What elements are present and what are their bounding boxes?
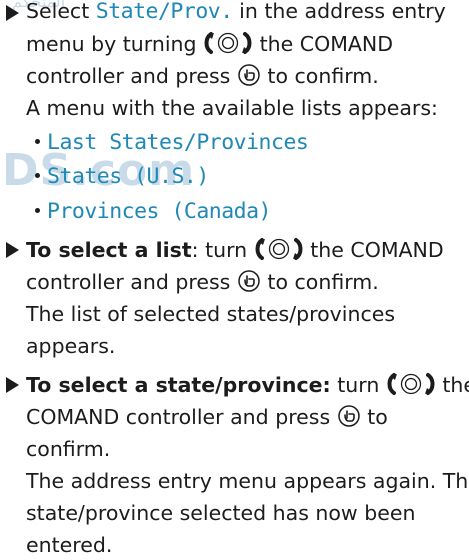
step3-line3: confirm. (26, 437, 111, 461)
step1-line2-text: menu by turning (26, 32, 197, 56)
rotary-turn-icon (254, 237, 304, 261)
step3-rest-b: the (442, 373, 469, 397)
step2-heading: To select a list (26, 238, 192, 262)
step3-line2-text: COMAND controller and press (26, 405, 331, 429)
step1-post: in the address entry (232, 0, 446, 23)
list-item: Provinces (Canada) (35, 196, 272, 227)
step3-line6: entered. (26, 533, 113, 557)
step2-line2-text: controller and press (26, 270, 231, 294)
step-arrow-icon (6, 5, 19, 21)
list-item: States (U.S.) (35, 161, 209, 192)
state-prov-term: State/Prov. (95, 0, 233, 24)
press-controller-icon (237, 63, 261, 87)
step1-pre: Select (26, 0, 96, 23)
step2-rest-b: the COMAND (310, 238, 444, 262)
step1-line3-text: controller and press (26, 64, 231, 88)
list-item-label: Last States/Provinces (47, 130, 309, 155)
step2-line4: appears. (26, 334, 116, 358)
step1-line3: controller and press to confirm. (26, 61, 379, 91)
rotary-turn-icon (386, 372, 436, 396)
step1-line2-text-b: the COMAND (259, 32, 394, 56)
step2-line2: controller and press to confirm. (26, 267, 379, 297)
step1-line3-text-b: to confirm. (267, 64, 379, 88)
bullet (35, 207, 40, 213)
step1-line1: Select State/Prov. in the address entry (26, 0, 446, 27)
list-item-label: States (U.S.) (47, 164, 209, 189)
press-controller-icon (337, 404, 361, 428)
manual-page: المتحكم DS.com Select State/Prov. in the… (0, 0, 469, 557)
rotary-turn-icon (203, 31, 253, 55)
bullet (35, 138, 40, 144)
press-controller-icon (237, 269, 261, 293)
step3-line4: The address entry menu appears again. Th… (26, 469, 469, 493)
step1-line4: A menu with the available lists appears: (26, 96, 438, 120)
bullet (35, 172, 40, 178)
step-arrow-icon (6, 242, 19, 258)
step3-heading: To select a state/province: (26, 373, 331, 397)
step-arrow-icon (6, 377, 19, 393)
step2-line3: The list of selected states/provinces (26, 302, 396, 326)
step3-line5: state/province selected has now been (26, 501, 416, 525)
step2-line2-text-b: to confirm. (267, 270, 379, 294)
list-item: Last States/Provinces (35, 127, 309, 158)
step3-line1: To select a state/province: turn the (26, 370, 469, 400)
step2-line1: To select a list: turn the COMAND (26, 235, 444, 265)
step2-rest: : turn (191, 238, 248, 262)
list-item-label: Provinces (Canada) (47, 199, 272, 224)
step3-line2-text-b: to (367, 405, 388, 429)
step3-line2: COMAND controller and press to (26, 402, 388, 432)
step3-rest: turn (330, 373, 380, 397)
step1-line2: menu by turning the COMAND (26, 29, 393, 59)
